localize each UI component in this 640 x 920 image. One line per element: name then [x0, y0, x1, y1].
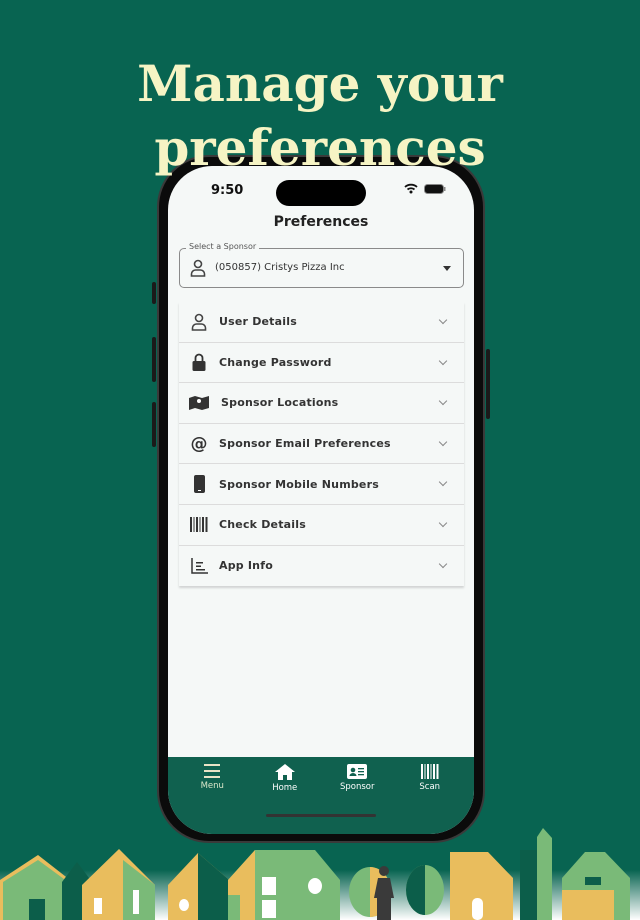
section-sponsor-mobile-numbers[interactable]: Sponsor Mobile Numbers: [179, 464, 464, 505]
map-icon: [179, 395, 219, 411]
wifi-icon: [404, 183, 418, 194]
nav-label: Sponsor: [339, 782, 375, 792]
chevron-down-icon: [438, 518, 448, 528]
menu-icon: [204, 764, 221, 778]
id-card-icon: [347, 764, 368, 779]
section-sponsor-email-preferences[interactable]: @ Sponsor Email Preferences: [179, 424, 464, 465]
hero-line-2: preferences: [154, 118, 486, 177]
hero-title: Manage your preferences: [0, 52, 640, 180]
chart-icon: [179, 557, 219, 574]
sponsor-select-label: Select a Sponsor: [186, 242, 260, 251]
phone-frame: 9:50 Preferences Select a Sponsor (05085…: [152, 155, 490, 843]
lock-icon: [179, 353, 219, 372]
page-title: Preferences: [273, 214, 369, 230]
nav-menu[interactable]: Menu: [176, 757, 249, 834]
battery-icon: [424, 184, 446, 194]
sponsor-select[interactable]: Select a Sponsor (050857) Cristys Pizza …: [179, 242, 464, 288]
home-indicator: [266, 814, 376, 817]
section-label: Sponsor Locations: [221, 396, 339, 410]
chevron-down-icon: [438, 396, 448, 406]
sponsor-select-value: (050857) Cristys Pizza Inc: [215, 262, 345, 273]
barcode-icon: [179, 517, 219, 533]
section-label: Sponsor Mobile Numbers: [219, 477, 379, 491]
section-label: Sponsor Email Preferences: [219, 437, 391, 451]
status-time: 9:50: [211, 183, 244, 198]
at-icon: @: [190, 433, 208, 454]
nav-sponsor[interactable]: Sponsor: [321, 757, 394, 834]
person-icon: [179, 313, 219, 331]
section-app-info[interactable]: App Info: [179, 546, 464, 587]
preferences-list: User Details Change Password Sponsor Loc…: [179, 302, 464, 586]
section-label: App Info: [219, 559, 273, 573]
hero-line-1: Manage your: [137, 54, 503, 113]
phone-icon: [179, 475, 219, 494]
section-user-details[interactable]: User Details: [179, 302, 464, 343]
section-check-details[interactable]: Check Details: [179, 505, 464, 546]
chevron-down-icon: [438, 315, 448, 325]
section-label: Change Password: [219, 355, 332, 369]
nav-home[interactable]: Home: [249, 757, 322, 834]
nav-label: Menu: [200, 781, 224, 791]
dropdown-caret-icon: [443, 266, 451, 271]
section-label: Check Details: [219, 518, 306, 532]
barcode-icon: [420, 764, 439, 779]
chevron-down-icon: [438, 437, 448, 447]
status-bar: 9:50: [168, 180, 474, 206]
chevron-down-icon: [438, 478, 448, 487]
app-screen: 9:50 Preferences Select a Sponsor (05085…: [168, 166, 474, 834]
section-sponsor-locations[interactable]: Sponsor Locations: [179, 383, 464, 424]
bottom-nav: Menu Home Sponsor Scan: [168, 757, 474, 834]
person-icon: [190, 259, 206, 277]
dynamic-island: [276, 180, 366, 206]
section-change-password[interactable]: Change Password: [179, 343, 464, 384]
nav-label: Home: [272, 783, 298, 793]
chevron-down-icon: [438, 559, 448, 568]
chevron-down-icon: [438, 356, 448, 365]
section-label: User Details: [219, 315, 297, 329]
nav-label: Scan: [419, 782, 441, 792]
nav-scan[interactable]: Scan: [394, 757, 467, 834]
home-icon: [274, 764, 295, 780]
